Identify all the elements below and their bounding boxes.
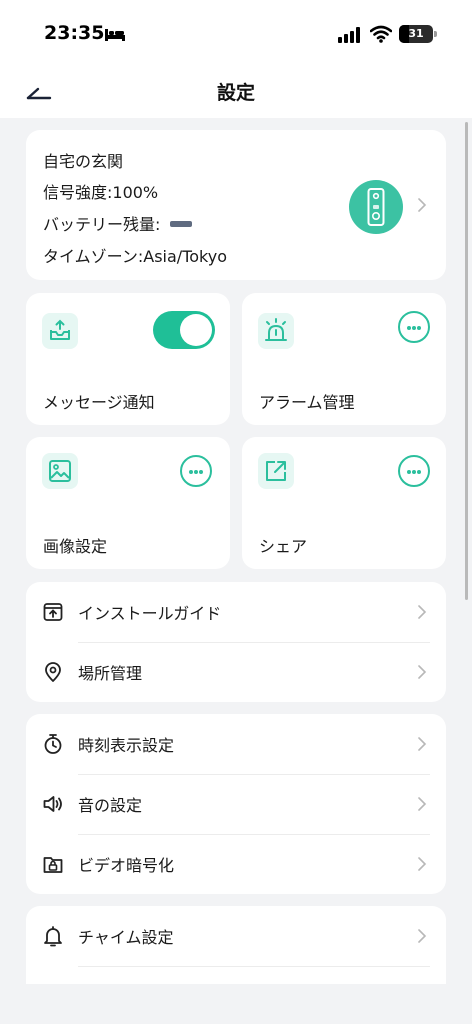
inbox-upload-icon [50,319,70,340]
more-options-icon[interactable] [180,455,212,487]
chevron-right-icon [418,665,427,679]
speaker-icon [43,796,62,812]
timezone: タイムゾーン:Asia/Tokyo [43,247,227,266]
list-item-label: インストールガイド [78,604,222,623]
image-icon [49,460,71,482]
folder-lock-icon [43,857,63,873]
list-item-install-guide[interactable]: インストールガイド [26,582,446,642]
chevron-right-icon [418,797,427,811]
chevron-right-icon [418,198,427,212]
image-settings-tile[interactable]: 画像設定 [26,437,230,569]
list-item-label: 時刻表示設定 [78,736,175,755]
list-item-location[interactable]: 場所管理 [26,642,446,702]
page-title: 設定 [216,82,255,104]
top-bar: 23:35 31 設定 [0,0,472,118]
settings-group-1: インストールガイド 場所管理 [26,582,446,702]
message-notification-tile: メッセージ通知 [26,293,230,425]
device-info-card[interactable]: 自宅の玄関 信号強度:100% バッテリー残量: タイムゾーン:Asia/Tok… [26,130,446,280]
list-item-label: ビデオ暗号化 [78,856,175,875]
status-bar: 23:35 31 [0,0,472,68]
message-notification-icon-box [42,313,78,349]
list-item-video-encryption[interactable]: ビデオ暗号化 [26,834,446,894]
status-time: 23:35 [44,22,105,44]
alarm-management-tile[interactable]: アラーム管理 [242,293,446,425]
message-notification-toggle[interactable] [153,311,215,349]
image-icon-box [42,453,78,489]
chevron-right-icon [418,605,427,619]
more-options-icon[interactable] [398,311,430,343]
battery-icon: 31 [399,25,433,43]
timer-icon [44,734,62,754]
alarm-siren-icon [265,318,287,341]
divider [78,966,430,967]
share-icon [266,461,286,481]
battery-cap [434,31,437,37]
battery-percent: 31 [408,27,424,40]
list-item-chime[interactable]: チャイム設定 [26,906,446,966]
toggle-knob [180,314,212,346]
battery-level-row: バッテリー残量: [43,211,193,235]
share-tile[interactable]: シェア [242,437,446,569]
bell-icon [44,926,62,947]
list-item-time-display[interactable]: 時刻表示設定 [26,714,446,774]
chevron-right-icon [418,737,427,751]
alarm-icon-box [258,313,294,349]
device-name: 自宅の玄関 [43,152,124,171]
share-label: シェア [259,537,308,556]
image-settings-label: 画像設定 [43,537,108,556]
wifi-icon [370,25,392,43]
doorbell-device-avatar [349,180,403,234]
list-item-sound[interactable]: 音の設定 [26,774,446,834]
nav-bar: 設定 [0,68,472,118]
install-guide-icon [43,603,63,621]
more-options-icon[interactable] [398,455,430,487]
settings-group-3: チャイム設定 [26,906,446,984]
share-icon-box [258,453,294,489]
cellular-signal-icon [338,27,360,43]
list-item-label: チャイム設定 [78,928,174,947]
battery-level-label: バッテリー残量: [43,215,161,234]
message-notification-label: メッセージ通知 [43,393,155,412]
chevron-right-icon [418,857,427,871]
doorbell-icon [367,188,385,226]
device-battery-icon [170,220,193,227]
list-item-label: 音の設定 [78,796,143,815]
location-pin-icon [45,662,61,682]
settings-group-2: 時刻表示設定 音の設定 ビデオ暗号化 [26,714,446,894]
alarm-management-label: アラーム管理 [259,393,355,412]
bed-icon [105,29,125,41]
chevron-right-icon [418,929,427,943]
signal-strength: 信号強度:100% [43,183,159,202]
list-item-label: 場所管理 [78,664,143,683]
scrollbar[interactable] [465,122,468,600]
